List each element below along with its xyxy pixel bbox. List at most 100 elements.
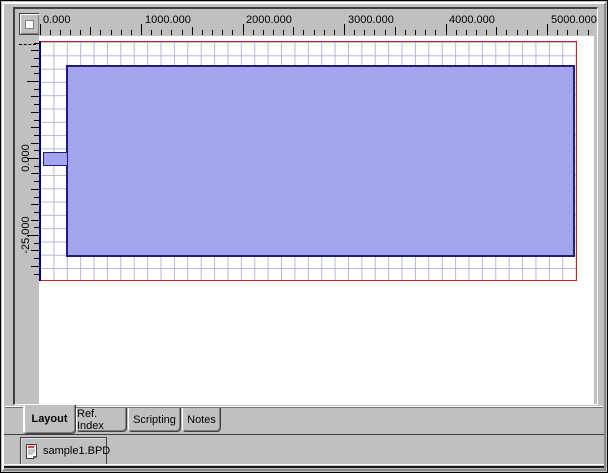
hruler-tick xyxy=(272,30,274,35)
file-tab-sample1[interactable]: sample1.BPD xyxy=(20,437,111,464)
hruler-tick xyxy=(49,30,51,35)
waveguide-segment[interactable] xyxy=(66,65,575,257)
hruler-tick xyxy=(222,30,224,35)
hruler-tick xyxy=(201,30,203,35)
hruler-tick xyxy=(354,30,356,35)
layout-view: 0.000 1000.000 2000.000 3000.000 4000.00… xyxy=(13,7,598,405)
hruler-tick xyxy=(374,30,376,35)
tab-ref-index[interactable]: Ref. Index xyxy=(76,408,127,432)
doc-icon xyxy=(26,443,38,459)
drawing-canvas[interactable] xyxy=(39,36,594,404)
hruler-tick xyxy=(151,30,153,35)
hruler-tick xyxy=(90,27,92,35)
hruler-tick xyxy=(191,27,193,35)
hruler-label: 1000.000 xyxy=(145,14,191,26)
hruler-tick xyxy=(80,30,82,35)
waveguide-input-port[interactable] xyxy=(43,152,68,166)
hruler-tick xyxy=(59,30,61,35)
hruler-tick xyxy=(577,30,579,35)
hruler-tick xyxy=(323,30,325,35)
hruler-tick xyxy=(344,24,345,35)
hruler-tick xyxy=(415,30,417,35)
hruler-tick xyxy=(313,30,315,35)
hruler-tick xyxy=(496,27,498,35)
hruler-tick xyxy=(110,30,112,35)
vertical-ruler: 0.000 -25.000 xyxy=(19,36,39,401)
hruler-tick xyxy=(536,30,538,35)
hruler-tick xyxy=(567,30,569,35)
hruler-tick xyxy=(39,24,41,35)
tab-scripting[interactable]: Scripting xyxy=(128,408,181,432)
vruler-tick xyxy=(31,265,39,267)
hruler-tick xyxy=(486,30,488,35)
hruler-tick xyxy=(130,30,132,35)
hruler-tick xyxy=(120,30,122,35)
hruler-tick xyxy=(181,30,183,35)
hruler-label: 5000.000 xyxy=(551,14,597,26)
vruler-tick xyxy=(31,142,39,144)
hruler-tick xyxy=(465,30,467,35)
hruler-tick xyxy=(333,30,335,35)
file-tab-label: sample1.BPD xyxy=(43,445,111,457)
vruler-tick xyxy=(27,81,39,82)
tab-layout[interactable]: Layout xyxy=(23,405,76,434)
hruler-tick xyxy=(141,24,142,35)
hruler-tick xyxy=(404,30,406,35)
vruler-tick xyxy=(27,235,39,236)
vruler-tick xyxy=(31,111,39,113)
hruler-tick xyxy=(445,24,447,35)
hruler-tick xyxy=(557,30,559,35)
application-window: 0.000 1000.000 2000.000 3000.000 4000.00… xyxy=(0,0,608,473)
hruler-tick xyxy=(212,30,214,35)
hruler-label: 4000.000 xyxy=(449,14,495,26)
hruler-tick xyxy=(587,30,589,35)
hruler-tick xyxy=(283,30,285,35)
vruler-tick xyxy=(31,219,39,221)
vruler-tick xyxy=(31,50,39,52)
vruler-tick xyxy=(31,250,39,252)
bottom-shadow-line xyxy=(4,466,604,468)
hruler-tick xyxy=(364,30,366,35)
hruler-tick xyxy=(506,30,508,35)
hruler-tick xyxy=(516,30,518,35)
hruler-tick xyxy=(100,30,102,35)
hruler-label: 3000.000 xyxy=(348,14,394,26)
hruler-tick xyxy=(262,30,264,35)
hruler-tick xyxy=(425,30,427,35)
hruler-tick xyxy=(69,30,71,35)
vruler-tick xyxy=(31,173,39,175)
hruler-tick xyxy=(293,27,295,35)
ruler-origin-square xyxy=(25,20,34,29)
hruler-tick xyxy=(435,30,437,35)
vruler-top-dashes xyxy=(19,44,36,45)
z-axis-line xyxy=(39,41,41,281)
hruler-tick xyxy=(303,30,305,35)
vruler-tick xyxy=(31,127,39,129)
hruler-tick xyxy=(475,30,477,35)
hruler-tick xyxy=(232,30,234,35)
file-tabstrip-line xyxy=(4,434,604,435)
vruler-tick xyxy=(31,204,39,206)
tab-notes-label: Notes xyxy=(187,413,216,426)
vruler-tick xyxy=(31,188,39,190)
vruler-tick xyxy=(27,158,39,159)
tab-notes[interactable]: Notes xyxy=(182,408,221,432)
hruler-tick xyxy=(384,30,386,35)
hruler-tick xyxy=(161,30,163,35)
bottom-highlight-line xyxy=(4,464,604,465)
hruler-tick xyxy=(394,27,396,35)
vruler-tick xyxy=(31,96,39,98)
hruler-tick xyxy=(171,30,173,35)
hruler-label: 2000.000 xyxy=(246,14,292,26)
hruler-tick xyxy=(455,30,457,35)
vruler-tick xyxy=(31,65,39,67)
tab-ref-index-label: Ref. Index xyxy=(77,407,104,432)
hruler-tick xyxy=(242,24,244,35)
tab-scripting-label: Scripting xyxy=(133,413,176,426)
hruler-label: 0.000 xyxy=(43,14,71,26)
tab-layout-label: Layout xyxy=(31,413,68,425)
horizontal-ruler: 0.000 1000.000 2000.000 3000.000 4000.00… xyxy=(39,13,597,36)
hruler-tick xyxy=(252,30,254,35)
hruler-tick xyxy=(526,30,528,35)
ruler-origin-button[interactable] xyxy=(19,13,40,35)
